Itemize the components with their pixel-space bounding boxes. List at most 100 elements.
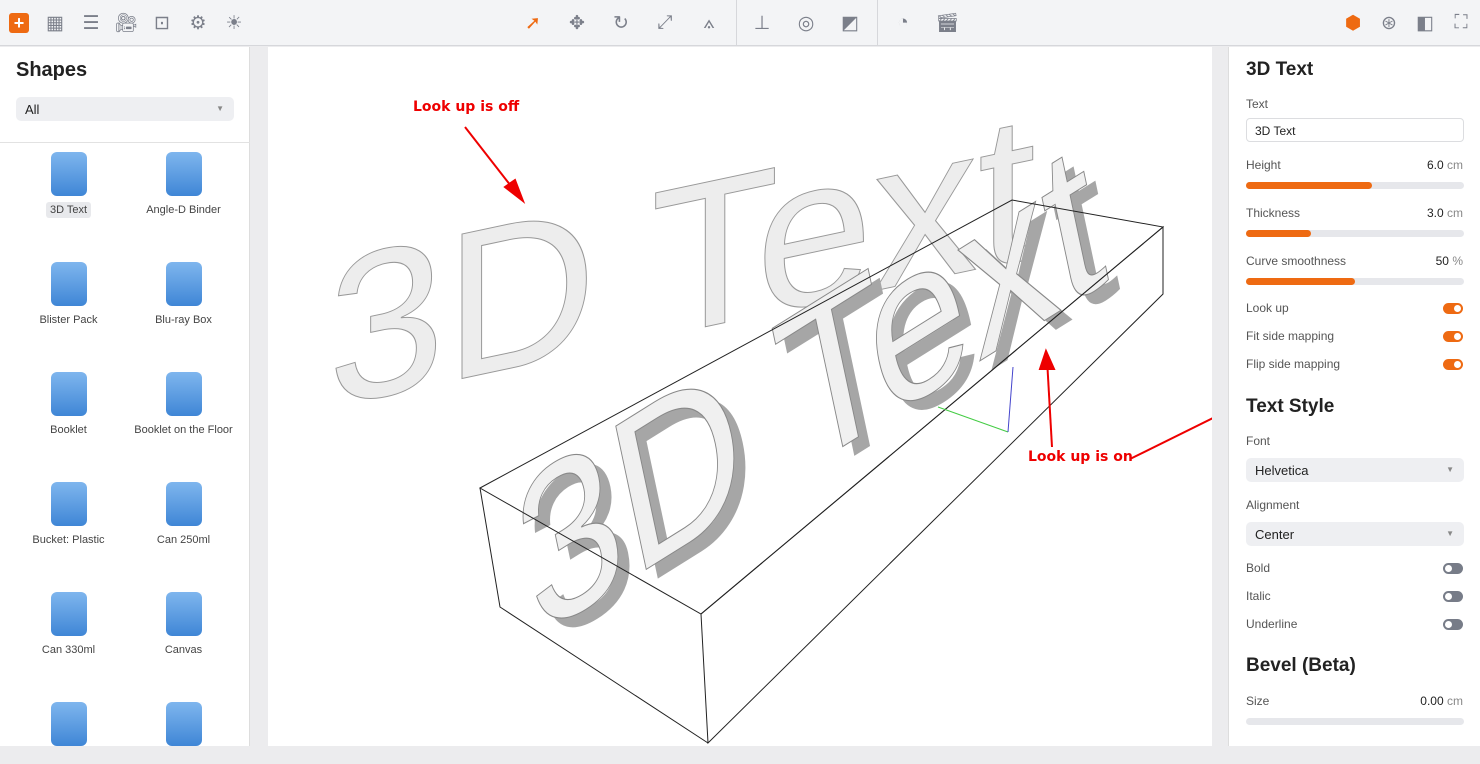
thickness-slider[interactable] [1246, 230, 1464, 237]
curve-smoothness-slider[interactable] [1246, 278, 1464, 285]
select-arrow-icon[interactable]: ➚ [521, 11, 545, 35]
shape-thumbnail-icon [165, 262, 202, 306]
thickness-label: Thickness [1246, 206, 1301, 220]
shape-item[interactable]: Bucket: Plastic [11, 482, 126, 548]
shape-item[interactable]: Can 250ml [126, 482, 241, 548]
shape-label: Canvas [164, 644, 203, 656]
height-slider[interactable] [1246, 182, 1464, 189]
shape-item[interactable]: Booklet on the Floor [126, 372, 241, 438]
alignment-label: Alignment [1246, 498, 1300, 512]
shape-thumbnail-icon [165, 152, 202, 196]
ball-icon[interactable]: ⊛ [1377, 11, 1401, 35]
height-value: 6.0 cm [1426, 158, 1463, 172]
bold-toggle[interactable] [1443, 563, 1463, 574]
shape-label: Can 330ml [41, 644, 96, 656]
size-slider[interactable] [1246, 718, 1464, 725]
camera-icon[interactable]: 🎥︎ [114, 11, 138, 35]
fit-side-mapping-toggle[interactable] [1443, 331, 1463, 342]
add-icon[interactable]: + [7, 11, 31, 35]
underline-label: Underline [1246, 617, 1298, 631]
scene: 3D Text 3D Text 3D Text [328, 66, 1212, 745]
shape-item[interactable] [11, 702, 126, 764]
panel-title: Shapes [16, 59, 88, 81]
shape-label: Bucket: Plastic [32, 534, 105, 546]
shape-item[interactable]: 3D Text [11, 152, 126, 218]
shape-label: 3D Text [45, 202, 92, 218]
scale-icon[interactable]: ⤢ [653, 11, 677, 35]
clapper-icon[interactable]: 🎬︎ [935, 11, 959, 35]
fit-side-mapping-label: Fit side mapping [1246, 329, 1335, 343]
bold-label: Bold [1246, 561, 1271, 575]
text-input[interactable]: 3D Text [1246, 118, 1464, 142]
font-select[interactable]: Helvetica ▼ [1246, 458, 1464, 482]
text-style-title: Text Style [1246, 396, 1335, 417]
grid-icon[interactable]: ▦ [43, 11, 67, 35]
thickness-value: 3.0 cm [1426, 206, 1463, 220]
shape-label: Blister Pack [39, 314, 98, 326]
annotation-look-up-on: Look up is on [1028, 449, 1133, 465]
filter-value: All [25, 102, 40, 117]
shape-item[interactable]: Booklet [11, 372, 126, 438]
rotate-icon[interactable]: ↻ [609, 11, 633, 35]
shape-thumbnail-icon [165, 482, 202, 526]
shape-thumbnail-icon [50, 152, 87, 196]
pivot-icon[interactable]: ⟑ [697, 11, 721, 35]
font-label: Font [1246, 434, 1271, 448]
shape-item[interactable]: Blu-ray Box [126, 262, 241, 328]
flip-side-mapping-toggle[interactable] [1443, 359, 1463, 370]
flip-side-mapping-label: Flip side mapping [1246, 357, 1341, 371]
curve-smoothness-label: Curve smoothness [1246, 254, 1347, 268]
annotation-look-up-off: Look up is off [413, 99, 520, 115]
floor-icon[interactable]: ⊥ [750, 11, 774, 35]
shape-thumbnail-icon [50, 372, 87, 416]
look-up-label: Look up [1246, 301, 1289, 315]
shape-label: Can 250ml [156, 534, 211, 546]
curve-smoothness-value: 50 % [1435, 254, 1463, 268]
shape-item[interactable] [126, 702, 241, 764]
menu-icon[interactable]: ☰ [79, 11, 103, 35]
frame-icon[interactable]: ◧ [1413, 11, 1437, 35]
3d-viewport[interactable]: 3D Text 3D Text 3D Text Look up is off L… [268, 47, 1212, 746]
shape-thumbnail-icon [165, 372, 202, 416]
toolbar: + ▦ ☰ 🎥︎ ⊡ ⚙ ☀ ➚ ✥ ↻ ⤢ ⟑ ⊥ ◎ ◩ ◔ 🎬︎ ⬢ ⊛ … [0, 0, 1480, 46]
texture-icon[interactable]: ◩ [838, 11, 862, 35]
height-label: Height [1246, 158, 1281, 172]
shape-thumbnail-icon [50, 482, 87, 526]
size-label: Size [1246, 694, 1270, 708]
shape-filter-select[interactable]: All ▼ [16, 97, 234, 121]
shape-item[interactable]: Angle-D Binder [126, 152, 241, 218]
shape-label: Angle-D Binder [146, 204, 221, 216]
shape-label: Booklet [50, 424, 87, 436]
gear-icon[interactable]: ⚙ [186, 11, 210, 35]
shape-item[interactable]: Can 330ml [11, 592, 126, 658]
underline-toggle[interactable] [1443, 619, 1463, 630]
shape-item[interactable]: Canvas [126, 592, 241, 658]
shape-thumbnail-icon [50, 262, 87, 306]
material-icon[interactable]: ◎ [794, 11, 818, 35]
shape-thumbnail-icon [50, 702, 87, 746]
shape-label: Booklet on the Floor [134, 424, 233, 436]
shape-label: Blu-ray Box [155, 314, 212, 326]
bevel-title: Bevel (Beta) [1246, 655, 1356, 676]
light-icon[interactable]: ☀ [222, 11, 246, 35]
text-label: Text [1246, 97, 1269, 111]
fullscreen-icon[interactable]: ⛶ [1449, 11, 1473, 35]
properties-panel: 3D Text Text 3D Text Height 6.0 cm Thick… [1228, 47, 1480, 746]
italic-toggle[interactable] [1443, 591, 1463, 602]
shape-thumbnail-icon [165, 592, 202, 636]
shape-label [180, 757, 188, 761]
chevron-down-icon: ▼ [1446, 529, 1454, 538]
alignment-select[interactable]: Center ▼ [1246, 522, 1464, 546]
look-up-toggle[interactable] [1443, 303, 1463, 314]
cube-icon[interactable]: ⬢ [1341, 11, 1365, 35]
focus-icon[interactable]: ⊡ [150, 11, 174, 35]
properties-title: 3D Text [1246, 59, 1314, 80]
shape-label [65, 757, 73, 761]
chevron-down-icon: ▼ [216, 104, 224, 113]
timeline-icon[interactable]: ◔ [891, 11, 915, 35]
shape-thumbnail-icon [165, 702, 202, 746]
shapes-panel: Shapes All ▼ 3D Text Angle-D Binder Blister… [0, 47, 250, 746]
size-value: 0.00 cm [1420, 694, 1463, 708]
move-icon[interactable]: ✥ [565, 11, 589, 35]
shape-item[interactable]: Blister Pack [11, 262, 126, 328]
